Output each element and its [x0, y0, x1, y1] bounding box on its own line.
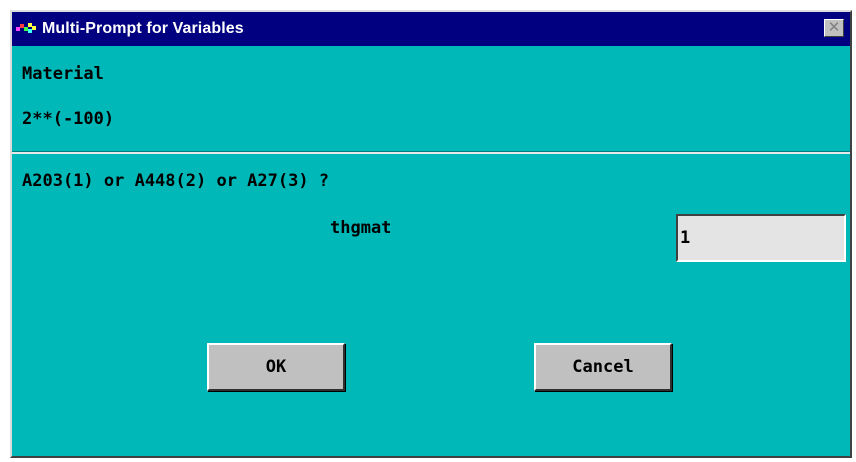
thgmat-input[interactable]	[676, 214, 846, 262]
header-value-label: 2**(-100)	[22, 109, 115, 129]
separator-highlight	[12, 152, 850, 154]
header-material-label: Material	[22, 64, 104, 84]
ok-button[interactable]: OK	[207, 343, 345, 391]
dialog-window: Multi-Prompt for Variables ✕ Material 2*…	[10, 10, 852, 458]
title-bar[interactable]: Multi-Prompt for Variables ✕	[12, 12, 850, 46]
cancel-button[interactable]: Cancel	[534, 343, 672, 391]
variable-label: thgmat	[330, 218, 392, 238]
window-title: Multi-Prompt for Variables	[42, 20, 244, 37]
prompt-question: A203(1) or A448(2) or A27(3) ?	[22, 171, 330, 191]
close-icon[interactable]: ✕	[824, 19, 844, 37]
app-icon	[16, 21, 38, 37]
